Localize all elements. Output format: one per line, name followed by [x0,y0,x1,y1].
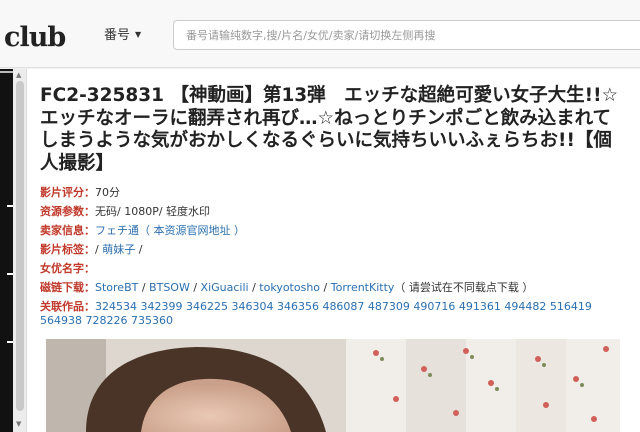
seller-link[interactable]: フェチ通 [95,224,139,237]
actress-row: 女优名字： [40,259,630,278]
scroll-down-icon[interactable]: ▼ [16,420,21,428]
magnet-link-xiguacili[interactable]: XiGuacili [201,281,249,294]
cover-photo-graphic [46,339,620,432]
seller-label: 卖家信息： [40,224,95,237]
search-input[interactable] [173,20,640,50]
magnet-note: （ 请尝试在不同载点下载 ） [394,281,534,294]
left-side-strip [0,69,13,432]
tags-suffix: / [135,243,143,256]
cover-image[interactable] [46,339,620,432]
video-info: 影片评分：70分 资源参数：无码/ 1080P/ 轻度水印 卖家信息：フェチ通（… [40,183,630,328]
top-navbar: club 番号 ▼ [0,0,640,68]
seller-official-link[interactable]: （ 本资源官网地址 ） [139,224,245,237]
scrollbar-thumb[interactable] [16,81,24,411]
tags-row: 影片标签：/ 萌妹子 / [40,240,630,259]
params-value: 无码/ 1080P/ 轻度水印 [95,205,211,218]
vertical-scrollbar[interactable]: ▲ ▼ [13,69,27,432]
rating-value: 70分 [95,186,120,199]
strip-divider [0,71,13,73]
magnet-link-storebt[interactable]: StoreBT [95,281,138,294]
search-type-label: 番号 [104,28,131,43]
video-title: FC2-325831 【神動画】第13弾 エッチな超絶可愛い女子大生!!☆エッチ… [40,85,619,174]
params-label: 资源参数： [40,205,95,218]
magnet-row: 磁链下载：StoreBT / BTSOW / XiGuacili / tokyo… [40,281,534,294]
related-row: 关联作品：324534 342399 346225 346304 346356 … [40,297,630,328]
main-content: FC2-325831 【神動画】第13弾 エッチな超絶可愛い女子大生!!☆エッチ… [27,69,640,432]
related-label: 关联作品： [40,300,95,313]
site-logo[interactable]: club [4,22,66,53]
magnet-link-tokyotosho[interactable]: tokyotosho [259,281,320,294]
scroll-up-icon[interactable]: ▲ [16,71,21,79]
magnet-label: 磁链下载： [40,281,95,294]
tag-link[interactable]: 萌妹子 [102,243,135,256]
magnet-link-torrentkitty[interactable]: TorrentKitty [331,281,395,294]
related-ids[interactable]: 324534 342399 346225 346304 346356 48608… [40,300,592,327]
tags-label: 影片标签： [40,243,95,256]
search-type-dropdown[interactable]: 番号 ▼ [104,24,141,43]
params-row: 资源参数：无码/ 1080P/ 轻度水印 [40,202,630,221]
actress-label: 女优名字： [40,262,95,275]
rating-row: 影片评分：70分 [40,183,630,202]
rating-label: 影片评分： [40,186,95,199]
seller-row: 卖家信息：フェチ通（ 本资源官网地址 ） [40,221,630,240]
magnet-link-btsow[interactable]: BTSOW [149,281,190,294]
caret-down-icon: ▼ [135,30,142,39]
